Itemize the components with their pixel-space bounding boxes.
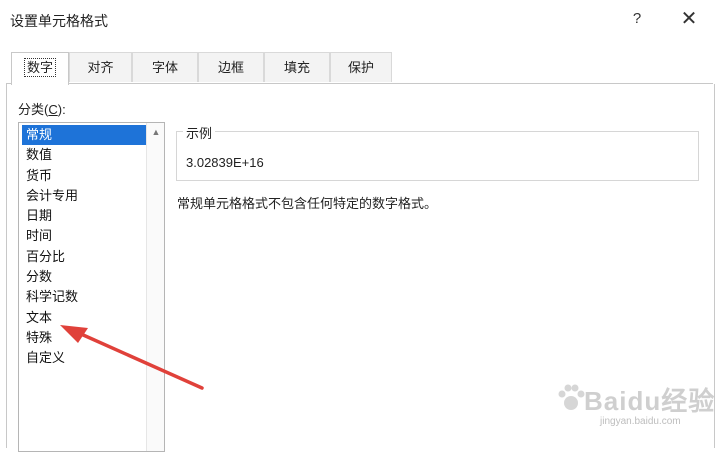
category-item-custom[interactable]: 自定义: [22, 348, 146, 368]
close-button[interactable]: ✕: [672, 6, 706, 32]
sample-legend: 示例: [183, 123, 216, 142]
title-bar: 设置单元格格式 ? ✕: [0, 0, 719, 38]
tab-label: 保护: [347, 60, 374, 75]
category-listbox[interactable]: 常规 数值 货币 会计专用 日期 时间 百分比 分数 科学记数 文本 特殊 自定…: [18, 122, 165, 452]
dialog-title: 设置单元格格式: [10, 13, 108, 29]
tab-fill[interactable]: 填充: [264, 52, 330, 82]
paw-logo-icon: [558, 384, 585, 410]
category-item-scientific[interactable]: 科学记数: [22, 287, 146, 307]
category-label: 分类(C):: [18, 102, 66, 117]
tab-label: 对齐: [87, 60, 114, 75]
sample-value: 3.02839E+16: [186, 155, 264, 170]
category-hotkey: C: [48, 102, 58, 117]
tab-number[interactable]: 数字: [11, 52, 69, 85]
baidu-watermark: Baidu经验 jingyan.baidu.com: [556, 381, 716, 441]
tab-protection[interactable]: 保护: [330, 52, 392, 82]
category-scrollbar[interactable]: ▲: [146, 123, 164, 451]
category-item-currency[interactable]: 货币: [22, 166, 146, 186]
tab-bar: 数字 对齐 字体 边框 填充 保护: [0, 52, 719, 85]
tab-border[interactable]: 边框: [198, 52, 264, 82]
format-cells-dialog: 设置单元格格式 ? ✕ 数字 对齐 字体 边框 填充 保护 分类(C): 常规 …: [0, 0, 719, 452]
category-item-accounting[interactable]: 会计专用: [22, 186, 146, 206]
category-item-number[interactable]: 数值: [22, 145, 146, 165]
category-item-time[interactable]: 时间: [22, 226, 146, 246]
help-button[interactable]: ?: [620, 6, 654, 32]
tab-font[interactable]: 字体: [132, 52, 198, 82]
category-item-general[interactable]: 常规: [22, 125, 146, 146]
tab-label: 填充: [283, 60, 310, 75]
format-description: 常规单元格格式不包含任何特定的数字格式。: [177, 196, 438, 211]
category-item-percentage[interactable]: 百分比: [22, 247, 146, 267]
category-item-text[interactable]: 文本: [22, 308, 146, 328]
tab-label: 数字: [23, 58, 57, 77]
category-item-date[interactable]: 日期: [22, 206, 146, 226]
tab-alignment[interactable]: 对齐: [69, 52, 132, 82]
category-item-fraction[interactable]: 分数: [22, 267, 146, 287]
watermark-text: Baidu经验: [584, 386, 716, 416]
category-item-special[interactable]: 特殊: [22, 328, 146, 348]
watermark-url: jingyan.baidu.com: [600, 416, 681, 427]
scroll-up-arrow-icon[interactable]: ▲: [147, 123, 164, 141]
tab-label: 字体: [151, 60, 178, 75]
tab-label: 边框: [217, 60, 244, 75]
